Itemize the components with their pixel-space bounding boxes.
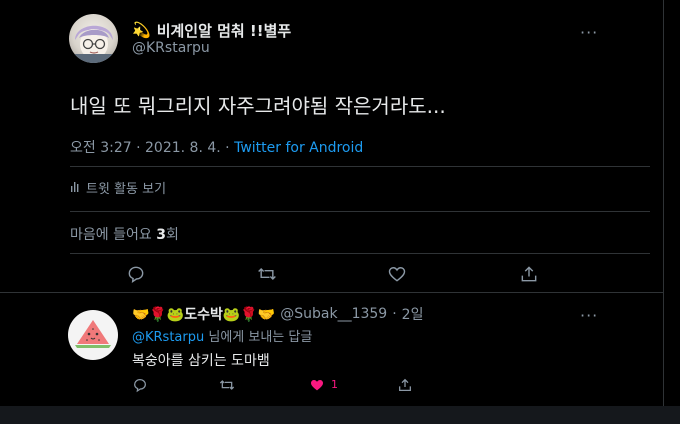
reply-author-avatar[interactable] [68, 310, 118, 360]
likes-count: 3 [156, 227, 166, 243]
tweet-client-link[interactable]: Twitter for Android [234, 140, 363, 156]
liked-heart-icon[interactable] [309, 377, 325, 393]
replying-to-label: 님에게 보내는 답글 [204, 330, 313, 345]
tweet-date[interactable]: 2021. 8. 4. [145, 140, 221, 156]
tweet-time[interactable]: 오전 3:27 [70, 140, 132, 156]
replying-to: @KRstarpu 님에게 보내는 답글 [132, 326, 312, 345]
likes-label-suffix: 회 [165, 227, 179, 243]
comet-emoji: 💫 [132, 21, 151, 39]
author-name-row[interactable]: 💫 비계인알 멈춰 !!별푸 [132, 20, 291, 40]
author-display-name[interactable]: 비계인알 멈춰 !!별푸 [157, 20, 292, 41]
divider [0, 292, 663, 293]
more-options-icon[interactable]: ··· [580, 23, 598, 42]
reply-author-row[interactable]: 🤝🌹🐸도수박🐸🌹🤝 @Subak__1359 · 2일 [132, 304, 423, 324]
divider [70, 166, 650, 167]
view-activity-link[interactable]: 트윗 활동 보기 [70, 178, 166, 197]
view-activity-label: 트윗 활동 보기 [86, 182, 167, 197]
author-avatar[interactable] [69, 14, 118, 63]
share-icon[interactable] [397, 377, 413, 393]
replying-to-mention[interactable]: @KRstarpu [132, 330, 204, 345]
divider [70, 211, 650, 212]
author-handle[interactable]: @KRstarpu [132, 40, 210, 56]
tweet-metadata: 오전 3:27 · 2021. 8. 4. · Twitter for Andr… [70, 137, 363, 157]
share-icon[interactable] [519, 264, 539, 284]
reply-time[interactable]: 2일 [402, 304, 424, 324]
column-border [663, 0, 664, 406]
bottom-bar [0, 406, 680, 424]
retweet-icon[interactable] [219, 377, 235, 393]
reply-author-display-name[interactable]: 🤝🌹🐸도수박🐸🌹🤝 [132, 304, 275, 324]
likes-label: 마음에 들어요 [70, 227, 157, 243]
divider [70, 253, 650, 254]
tweet-text: 내일 또 뭐그리지 자주그려야됨 작은거라도... [70, 94, 446, 118]
reply-icon[interactable] [126, 264, 146, 284]
retweet-icon[interactable] [257, 264, 277, 284]
reply-icon[interactable] [132, 377, 148, 393]
like-heart-icon[interactable] [387, 264, 407, 284]
meta-separator: · [225, 140, 230, 156]
bar-chart-icon [70, 180, 82, 196]
meta-separator: · [136, 140, 141, 156]
reply-more-options-icon[interactable]: ··· [580, 306, 598, 325]
reply-like-count: 1 [331, 378, 338, 391]
likes-summary[interactable]: 마음에 들어요 3회 [70, 224, 179, 244]
meta-separator: · [392, 306, 397, 322]
reply-text: 복숭아를 삼키는 도마뱀 [132, 353, 270, 369]
reply-author-handle[interactable]: @Subak__1359 [280, 306, 387, 322]
